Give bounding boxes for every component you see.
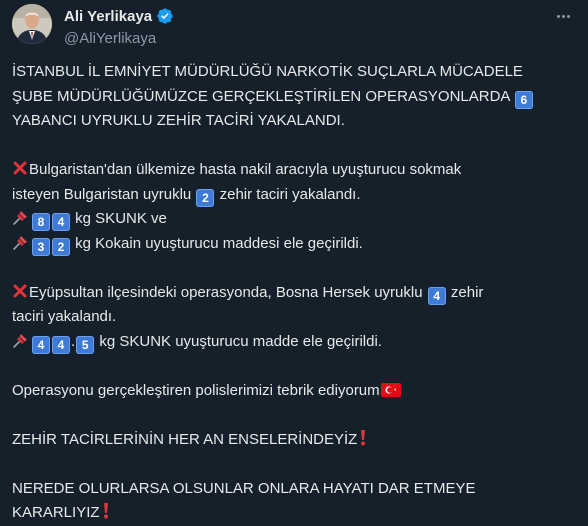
author-handle[interactable]: @AliYerlikaya (64, 30, 174, 47)
text-line: NEREDE OLURLARSA OLSUNLAR ONLARA HAYATI … (12, 479, 476, 497)
keycap-number: 4 (52, 213, 70, 231)
text-line: Bulgaristan'dan ülkemize hasta nakil ara… (12, 158, 576, 183)
text-line: YABANCI UYRUKLU ZEHİR TACİRİ YAKALANDI. (12, 112, 345, 129)
red-exclamation-icon (103, 503, 108, 519)
author-names: Ali Yerlikaya @AliYerlikaya (64, 6, 174, 47)
text-line: taciri yakalandı. (12, 308, 117, 325)
pushpin-icon (13, 333, 27, 348)
keycap-number: 5 (76, 335, 95, 354)
text-line: İSTANBUL İL EMNİYET MÜDÜRLÜĞÜ NARKOTİK S… (12, 63, 523, 80)
more-options-icon[interactable] (552, 6, 574, 26)
keycap-number: 4 (32, 335, 50, 354)
text-line: KARARLIYIZ (12, 501, 576, 526)
verified-badge-icon (157, 8, 173, 24)
keycap-number: 3 (32, 237, 50, 256)
text-line: 32 kg Kokain uyuşturucu maddesi ele geçi… (12, 232, 576, 257)
red-cross-mark-icon (13, 161, 27, 175)
keycap-number: 4 (427, 286, 446, 305)
text-line: Operasyonu gerçekleştiren polislerimizi … (12, 379, 576, 404)
red-cross-mark-icon (13, 284, 27, 297)
tweet-header: Ali Yerlikaya @AliYerlikaya (12, 4, 576, 48)
keycap-number: 2 (196, 188, 215, 207)
text-line: ZEHİR TACİRLERİNİN HER AN ENSELERİNDEYİZ (12, 428, 576, 453)
text-line: 84 kg SKUNK ve (12, 207, 576, 232)
text-line: isteyen Bulgaristan uyruklu 2 zehir taci… (12, 185, 361, 207)
red-exclamation-icon (361, 429, 366, 445)
turkey-flag-icon (380, 382, 401, 397)
pushpin-icon (13, 211, 27, 225)
keycap-number: 8 (32, 213, 50, 231)
pushpin-icon (13, 235, 27, 250)
avatar[interactable] (12, 4, 52, 44)
keycap-number: 4 (52, 335, 70, 354)
tweet-text: İSTANBUL İL EMNİYET MÜDÜRLÜĞÜ NARKOTİK S… (12, 60, 576, 526)
keycap-number: 6 (514, 90, 533, 109)
text-line: Eyüpsultan ilçesindeki operasyonda, Bosn… (12, 281, 576, 306)
keycap-number: 2 (52, 237, 70, 256)
text-line: 44.5 kg SKUNK uyuşturucu madde ele geçir… (12, 330, 576, 355)
text-line: ŞUBE MÜDÜRLÜĞÜMÜZCE GERÇEKLEŞTİRİLEN OPE… (12, 85, 576, 110)
display-name[interactable]: Ali Yerlikaya (64, 8, 152, 25)
tweet: Ali Yerlikaya @AliYerlikaya İSTANBUL İL … (0, 0, 588, 521)
